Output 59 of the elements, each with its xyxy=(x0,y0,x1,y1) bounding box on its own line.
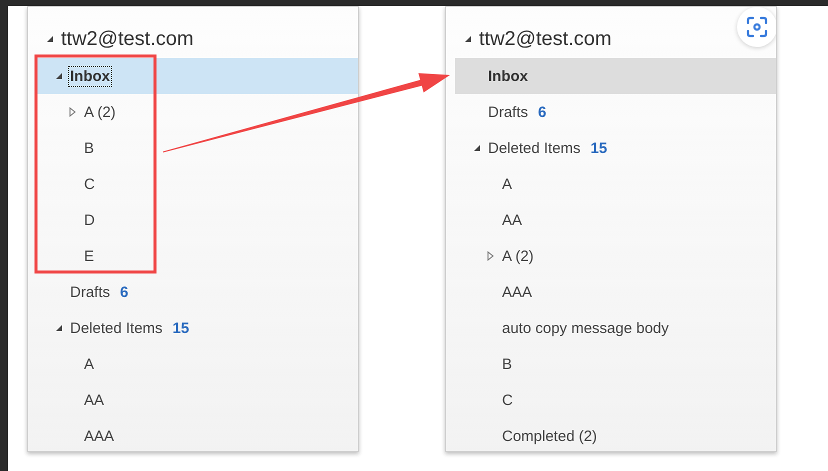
folder-row[interactable]: AAA xyxy=(455,274,776,310)
folder-name: Inbox xyxy=(488,68,528,84)
folder-row[interactable]: Inbox xyxy=(455,58,776,94)
folder-name: A xyxy=(502,176,512,192)
folder-row[interactable]: A xyxy=(455,166,776,202)
expanded-triangle-icon[interactable] xyxy=(54,71,64,81)
account-name[interactable]: ttw2@test.com xyxy=(61,28,194,50)
folder-name: B xyxy=(84,140,94,156)
unread-count: 15 xyxy=(172,320,190,336)
expanded-triangle-icon[interactable] xyxy=(463,34,473,44)
folder-name: C xyxy=(502,392,513,408)
folder-name: A xyxy=(84,356,94,372)
folder-row[interactable]: Completed (2) xyxy=(455,418,776,451)
unread-count: 15 xyxy=(590,140,608,156)
folder-name: A (2) xyxy=(84,104,116,120)
folder-row[interactable]: Drafts 6 xyxy=(37,274,358,310)
unread-count: 6 xyxy=(538,104,546,120)
expanded-triangle-icon[interactable] xyxy=(54,323,64,333)
folder-row[interactable]: Inbox xyxy=(37,58,358,94)
folder-row[interactable]: A (2) xyxy=(455,238,776,274)
folder-row[interactable]: AA xyxy=(455,202,776,238)
folder-name: E xyxy=(84,248,94,264)
folder-row[interactable]: Deleted Items 15 xyxy=(37,310,358,346)
folder-row[interactable]: Deleted Items 15 xyxy=(455,130,776,166)
folder-name: Completed (2) xyxy=(502,428,598,444)
folder-name: AA xyxy=(502,212,522,228)
folder-name: Drafts xyxy=(488,104,528,120)
folder-row[interactable]: B xyxy=(455,346,776,382)
folder-row[interactable]: B xyxy=(37,130,358,166)
folder-name: Drafts xyxy=(70,284,110,300)
folder-name: AA xyxy=(84,392,104,408)
scan-icon xyxy=(746,16,768,38)
folder-name: auto copy message body xyxy=(502,320,669,336)
folder-name: Inbox xyxy=(70,68,110,84)
unread-count: 6 xyxy=(120,284,128,300)
folder-row[interactable]: auto copy message body xyxy=(455,310,776,346)
folder-name: C xyxy=(84,176,95,192)
folder-row[interactable]: C xyxy=(37,166,358,202)
folder-name: AAA xyxy=(502,284,532,300)
folder-name: Deleted Items xyxy=(488,140,581,156)
folder-row[interactable]: A (2) xyxy=(37,94,358,130)
account-name[interactable]: ttw2@test.com xyxy=(479,28,612,50)
collapsed-triangle-icon[interactable] xyxy=(68,107,78,117)
folder-row[interactable]: E xyxy=(37,238,358,274)
collapsed-triangle-icon[interactable] xyxy=(486,251,496,261)
scan-button[interactable] xyxy=(737,7,776,47)
folder-name: A (2) xyxy=(502,248,534,264)
expanded-triangle-icon[interactable] xyxy=(472,143,482,153)
folder-row[interactable]: AA xyxy=(37,382,358,418)
folder-name: B xyxy=(502,356,512,372)
folder-name: D xyxy=(84,212,95,228)
folder-row[interactable]: C xyxy=(455,382,776,418)
folder-row[interactable]: A xyxy=(37,346,358,382)
folder-row[interactable]: AAA xyxy=(37,418,358,451)
folder-row[interactable]: D xyxy=(37,202,358,238)
folder-name: Deleted Items xyxy=(70,320,163,336)
folder-name: AAA xyxy=(84,428,114,444)
expanded-triangle-icon[interactable] xyxy=(45,34,55,44)
folder-row[interactable]: Drafts 6 xyxy=(455,94,776,130)
